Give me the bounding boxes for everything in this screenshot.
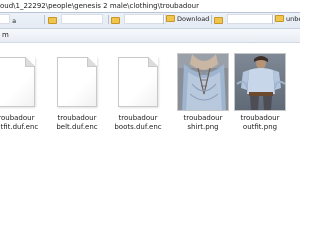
- favorites-separator: [108, 15, 109, 24]
- favorite-thumbnail: [61, 14, 103, 24]
- favorite-download-label: Download: [177, 15, 210, 23]
- document-icon: [118, 57, 158, 107]
- favorite-folder-b[interactable]: [111, 14, 166, 25]
- file-label-line2: outfit.png: [242, 123, 278, 131]
- file-item-belt-duf[interactable]: troubadour belt.duf.enc: [46, 53, 108, 132]
- file-item-boots-duf[interactable]: troubadour boots.duf.enc: [107, 53, 169, 132]
- file-item-shirt-png[interactable]: troubadour shirt.png: [168, 53, 238, 132]
- favorite-unbek[interactable]: unbek: [275, 14, 300, 25]
- file-label: troubadour boots.duf.enc: [107, 114, 169, 132]
- file-view: troubadour outfit.duf.enc troubadour bel…: [0, 43, 300, 250]
- file-label-line1: troubadour: [240, 114, 280, 122]
- favorite-thumbnail: [0, 14, 10, 24]
- favorite-thumbnail: [227, 14, 275, 24]
- file-label-line2: boots.duf.enc: [114, 123, 162, 131]
- explorer-top-bar: oud\1_22292\people\genesis 2 male\clothi…: [0, 0, 300, 29]
- file-label-line1: troubadour shirt.png: [183, 114, 223, 131]
- file-label-line1: troubadour: [57, 114, 97, 122]
- image-thumbnail-outfit: [234, 53, 286, 111]
- favorite-thumbnail: [124, 14, 166, 24]
- folder-icon: [275, 15, 284, 22]
- folder-icon: [214, 17, 223, 24]
- folder-icon: [111, 17, 120, 24]
- file-label-line1: troubadour: [118, 114, 158, 122]
- file-label-line2: belt.duf.enc: [56, 123, 98, 131]
- favorite-unbek-label: unbek: [286, 15, 300, 23]
- file-label: troubadour belt.duf.enc: [46, 114, 108, 132]
- file-label-line2: outfit.duf.enc: [0, 123, 39, 131]
- document-icon: [57, 57, 97, 107]
- favorites-separator: [272, 15, 273, 24]
- document-icon: [0, 57, 35, 107]
- address-bar[interactable]: oud\1_22292\people\genesis 2 male\clothi…: [0, 0, 300, 13]
- address-path: oud\1_22292\people\genesis 2 male\clothi…: [0, 2, 199, 10]
- favorite-item-1[interactable]: a: [0, 14, 16, 25]
- file-label: troubadour outfit.duf.enc: [0, 114, 46, 132]
- file-item-outfit-duf[interactable]: troubadour outfit.duf.enc: [0, 53, 46, 132]
- favorites-separator: [211, 15, 212, 24]
- favorite-item-1-label: a: [12, 17, 17, 25]
- file-label-line1: troubadour: [0, 114, 35, 122]
- file-label: troubadour shirt.png: [168, 114, 238, 132]
- favorite-folder-a[interactable]: [48, 14, 103, 25]
- command-bar-item[interactable]: m: [2, 29, 9, 42]
- file-label: troubadour outfit.png: [229, 114, 291, 132]
- command-bar: m: [0, 29, 300, 43]
- favorite-download[interactable]: Download: [166, 14, 209, 25]
- folder-icon: [48, 17, 57, 24]
- favorite-folder-c[interactable]: [214, 14, 275, 25]
- file-item-outfit-png[interactable]: troubadour outfit.png: [229, 53, 291, 132]
- favorites-separator: [44, 15, 45, 24]
- folder-icon: [166, 15, 175, 22]
- image-thumbnail-shirt: [177, 53, 229, 111]
- favorites-separator: [163, 15, 164, 24]
- favorites-bar: a Download unbek: [0, 13, 300, 26]
